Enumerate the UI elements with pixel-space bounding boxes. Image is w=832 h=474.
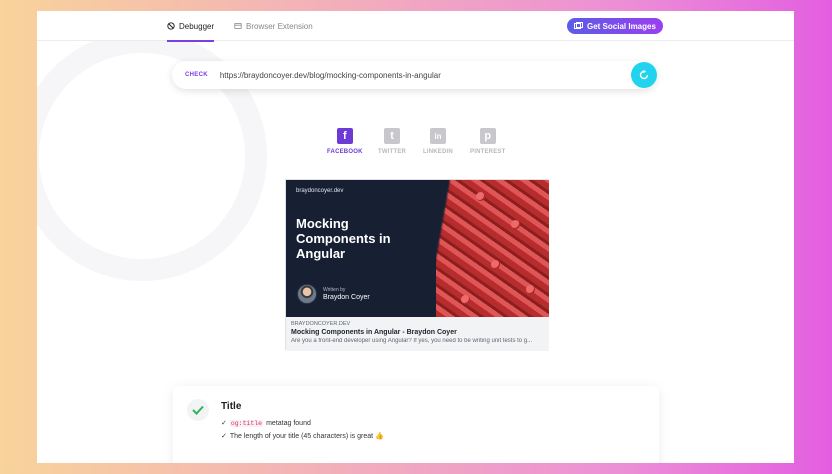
check-label: CHECK xyxy=(185,72,208,78)
button-label: Get Social Images xyxy=(587,21,656,31)
tab-debugger[interactable]: Debugger xyxy=(167,11,215,42)
tab-browser-extension[interactable]: Browser Extension xyxy=(234,11,313,41)
preview-meta: BRAYDONCOYER.DEV Mocking Components in A… xyxy=(286,317,549,351)
refresh-button[interactable] xyxy=(631,62,657,88)
facebook-icon: f xyxy=(336,128,353,144)
brick-stud xyxy=(526,285,535,294)
pinterest-icon: p xyxy=(479,128,496,144)
success-check-icon xyxy=(187,399,209,421)
tab-label: Browser Extension xyxy=(246,21,313,31)
image-edge xyxy=(418,180,458,317)
author-name: Braydon Coyer xyxy=(323,294,370,301)
platform-pinterest[interactable]: p PINTEREST xyxy=(470,128,505,155)
meta-domain: BRAYDONCOYER.DEV xyxy=(291,321,351,327)
brick-stud xyxy=(511,220,520,229)
images-icon xyxy=(574,22,583,29)
linkedin-icon: in xyxy=(429,128,446,144)
meta-description: Are you a front-end developer using Angu… xyxy=(291,338,533,344)
tab-label: Debugger xyxy=(179,21,215,31)
result-title: Title xyxy=(221,401,242,412)
social-preview-card[interactable]: braydoncoyer.dev Mocking Components in A… xyxy=(285,179,549,351)
platform-label: PINTEREST xyxy=(470,149,506,155)
platform-selector: f FACEBOOK t TWITTER in LINKEDIN p PINTE… xyxy=(327,128,517,158)
checkmark-icon: ✓ xyxy=(221,420,227,427)
app-window: Debugger Browser Extension Get Social Im… xyxy=(37,11,794,463)
platform-twitter[interactable]: t TWITTER xyxy=(378,128,406,155)
platform-linkedin[interactable]: in LINKEDIN xyxy=(423,128,453,155)
brick-stud xyxy=(491,260,500,269)
image-title: Mocking Components in Angular xyxy=(296,216,391,261)
twitter-icon: t xyxy=(384,128,401,144)
brick-stud xyxy=(461,295,470,304)
title-result-card: Title ✓ og:title metatag found ✓ The len… xyxy=(173,386,659,463)
og-image: braydoncoyer.dev Mocking Components in A… xyxy=(286,180,549,317)
platform-label: FACEBOOK xyxy=(327,149,363,155)
top-navigation: Debugger Browser Extension Get Social Im… xyxy=(37,11,794,42)
metatag-code: og:title xyxy=(229,419,264,427)
url-check-bar: CHECK xyxy=(172,61,657,89)
platform-label: TWITTER xyxy=(378,149,407,155)
platform-label: LINKEDIN xyxy=(423,149,453,155)
get-social-images-button[interactable]: Get Social Images xyxy=(567,18,663,34)
metatag-suffix: metatag found xyxy=(266,419,311,427)
written-by-label: Written by xyxy=(323,287,346,293)
extension-icon xyxy=(234,23,242,29)
result-line-tag: ✓ og:title metatag found xyxy=(221,419,311,427)
image-domain: braydoncoyer.dev xyxy=(296,188,344,194)
checkmark-icon: ✓ xyxy=(221,433,227,440)
brick-stud xyxy=(476,192,485,201)
result-line-length: ✓ The length of your title (45 character… xyxy=(221,432,384,440)
url-input[interactable] xyxy=(219,70,620,80)
platform-facebook[interactable]: f FACEBOOK xyxy=(327,128,363,155)
length-text: The length of your title (45 characters)… xyxy=(229,433,384,440)
refresh-icon xyxy=(639,69,649,80)
bug-icon xyxy=(167,22,175,30)
avatar xyxy=(297,284,317,304)
meta-title: Mocking Components in Angular - Braydon … xyxy=(291,329,457,336)
